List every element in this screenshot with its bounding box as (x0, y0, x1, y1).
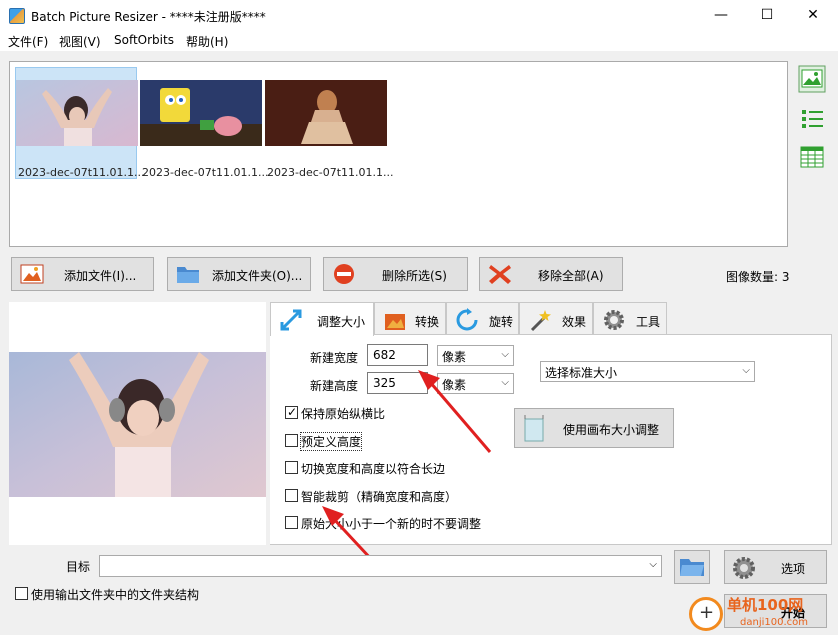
remove-all-label: 移除全部(A) (538, 269, 604, 283)
add-file-button[interactable]: 添加文件(I)... (11, 257, 154, 291)
smart-crop-checkbox[interactable] (285, 489, 298, 502)
remove-all-button[interactable]: 移除全部(A) (479, 257, 623, 291)
image-icon (20, 264, 44, 284)
no-upscale-checkbox[interactable] (285, 516, 298, 529)
list-view-icon[interactable] (798, 105, 826, 133)
watermark-text: 单机100网 (727, 596, 804, 614)
app-icon (9, 8, 25, 24)
standard-size-value: 选择标准大小 (545, 366, 618, 380)
chevron-down-icon: ⌵ (742, 365, 750, 376)
convert-icon (385, 314, 405, 330)
thumbnail-image-1[interactable] (16, 80, 138, 146)
thumbnail-view-icon[interactable] (798, 65, 826, 93)
chevron-down-icon: ⌵ (649, 559, 657, 570)
keep-aspect-checkbox[interactable] (285, 405, 298, 419)
canvas-icon (524, 415, 544, 442)
width-unit-select[interactable]: 像素 ⌵ (437, 345, 514, 366)
tab-rotate-label: 旋转 (489, 315, 514, 329)
target-input[interactable]: ⌵ (99, 555, 662, 577)
plus-icon: + (699, 602, 715, 623)
preview-image (9, 352, 266, 497)
tab-convert-label: 转换 (415, 315, 440, 329)
add-file-label: 添加文件(I)... (64, 269, 137, 283)
tab-convert[interactable]: 转换 (374, 302, 446, 335)
tab-tools[interactable]: 工具 (593, 302, 667, 335)
magic-wand-icon (530, 310, 551, 332)
menu-bar: 文件(F) 视图(V) SoftOrbits 帮助(H) (0, 31, 838, 51)
close-button[interactable]: ✕ (790, 0, 836, 31)
image-count: 图像数量: 3 (726, 270, 790, 284)
maximize-button[interactable]: ☐ (744, 0, 790, 31)
title-bar: Batch Picture Resizer - ****未注册版**** — ☐… (0, 0, 838, 31)
folder-icon (680, 559, 704, 576)
folder-structure-checkbox[interactable] (15, 587, 28, 600)
switch-long-side-checkbox[interactable] (285, 461, 298, 474)
menu-file[interactable]: 文件(F) (8, 33, 48, 50)
predefined-height-checkbox[interactable] (285, 434, 298, 447)
watermark-url: danji100.com (740, 617, 808, 628)
add-folder-label: 添加文件夹(O)... (212, 269, 303, 283)
remove-icon (334, 264, 354, 284)
menu-softorbits[interactable]: SoftOrbits (114, 33, 174, 47)
gear-icon (604, 310, 624, 330)
tab-resize-label: 调整大小 (317, 315, 366, 329)
width-input[interactable] (367, 344, 428, 366)
add-folder-button[interactable]: 添加文件夹(O)... (167, 257, 311, 291)
annotation-arrows (322, 370, 492, 562)
options-button[interactable]: 选项 (724, 550, 827, 584)
options-label: 选项 (781, 562, 806, 576)
width-unit-value: 像素 (442, 350, 467, 364)
red-x-icon (489, 265, 511, 284)
tab-effects-label: 效果 (562, 315, 587, 329)
minimize-button[interactable]: — (698, 0, 744, 31)
window-title: Batch Picture Resizer - ****未注册版**** (31, 10, 266, 24)
tab-tools-label: 工具 (636, 315, 661, 329)
menu-help[interactable]: 帮助(H) (186, 33, 228, 50)
menu-view[interactable]: 视图(V) (59, 33, 101, 50)
rotate-icon (456, 308, 478, 331)
tab-effects[interactable]: 效果 (519, 302, 593, 335)
width-label: 新建宽度 (310, 351, 359, 365)
thumbnail-label-3: 2023-dec-07t11.01.1... (267, 166, 394, 179)
grid-view-icon[interactable] (798, 143, 826, 171)
remove-selected-button[interactable]: 删除所选(S) (323, 257, 468, 291)
thumbnail-label-2: 2023-dec-07t11.01.1... (142, 166, 269, 179)
tab-resize[interactable]: 调整大小 (270, 302, 374, 336)
watermark-logo: + (689, 597, 723, 631)
thumbnail-image-2[interactable] (140, 80, 262, 146)
standard-size-select[interactable]: 选择标准大小 ⌵ (540, 361, 755, 382)
gear-icon (733, 557, 755, 579)
canvas-resize-label: 使用画布大小调整 (563, 423, 660, 437)
view-toolbar (794, 61, 834, 247)
folder-icon (177, 267, 199, 283)
chevron-down-icon: ⌵ (501, 349, 509, 360)
folder-structure-label: 使用输出文件夹中的文件夹结构 (31, 588, 200, 602)
tab-rotate[interactable]: 旋转 (446, 302, 519, 335)
remove-selected-label: 删除所选(S) (382, 269, 447, 283)
thumbnail-list[interactable]: 2023-dec-07t11.01.1... 2023-dec-07t11.01… (9, 61, 788, 247)
preview-panel (9, 302, 266, 545)
canvas-resize-button[interactable]: 使用画布大小调整 (514, 408, 674, 448)
target-label: 目标 (66, 560, 91, 574)
resize-icon (280, 309, 302, 331)
thumbnail-image-3[interactable] (265, 80, 387, 146)
thumbnail-label-1: 2023-dec-07t11.01.1... (18, 166, 145, 179)
tab-bar: 调整大小 转换 旋转 效果 工具 (270, 302, 832, 336)
browse-folder-button[interactable] (674, 550, 710, 584)
